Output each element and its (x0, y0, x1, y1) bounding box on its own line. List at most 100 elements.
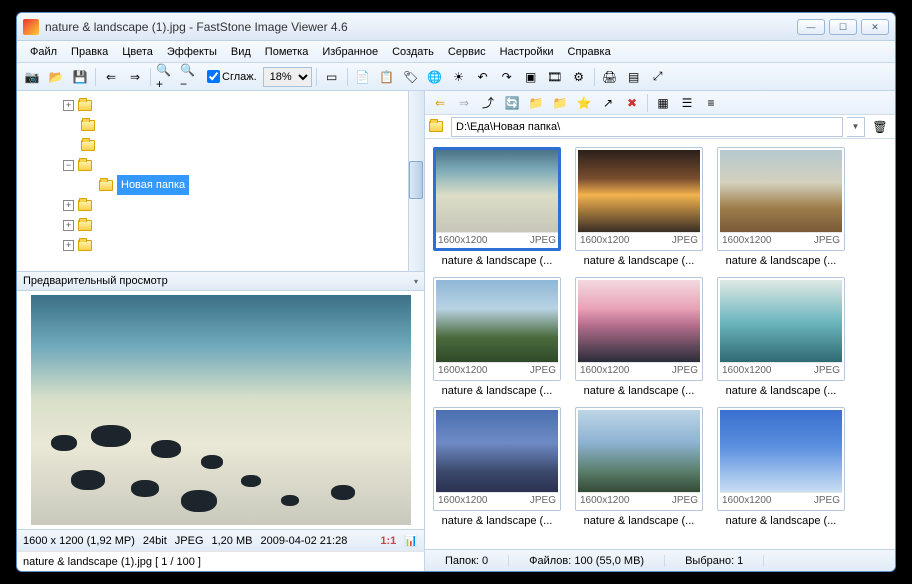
info-date: 2009-04-02 21:28 (260, 535, 347, 547)
path-input[interactable] (451, 117, 843, 137)
thumbnail-frame[interactable]: 1600x1200JPEG (575, 407, 703, 511)
path-dropdown-icon[interactable]: ▼ (847, 117, 865, 137)
menu-item[interactable]: Правка (64, 44, 115, 60)
tree-expander[interactable]: + (63, 200, 74, 211)
settings-icon[interactable]: ⚙ (568, 66, 590, 88)
thumbnail-item[interactable]: 1600x1200JPEGnature & landscape (... (433, 407, 561, 527)
view-thumbs-icon[interactable]: ▦ (652, 92, 674, 114)
undo-icon[interactable]: ↶ (472, 66, 494, 88)
tree-scrollbar[interactable] (408, 91, 424, 271)
thumb-type: JPEG (530, 365, 556, 376)
menu-item[interactable]: Справка (561, 44, 618, 60)
zoom-in-icon[interactable]: 🔍+ (155, 66, 177, 88)
thumbnail-item[interactable]: 1600x1200JPEGnature & landscape (... (717, 147, 845, 267)
thumb-type: JPEG (814, 365, 840, 376)
open-icon[interactable]: 📂 (45, 66, 67, 88)
status-folders: Папок: 0 (425, 555, 509, 567)
prev-image-icon[interactable]: ⇐ (100, 66, 122, 88)
nav-forward-icon[interactable]: ⇒ (453, 92, 475, 114)
thumbnail-frame[interactable]: 1600x1200JPEG (575, 277, 703, 381)
preview-collapse-icon[interactable]: ▾ (414, 277, 418, 286)
menu-item[interactable]: Эффекты (160, 44, 224, 60)
nav-back-icon[interactable]: ⇐ (429, 92, 451, 114)
crop-icon[interactable]: ▣ (520, 66, 542, 88)
thumbnail-item[interactable]: 1600x1200JPEGnature & landscape (... (717, 407, 845, 527)
thumbnail-meta: 1600x1200JPEG (720, 362, 842, 378)
nav-favorite-icon[interactable]: ⭐ (573, 92, 595, 114)
left-pane: + − Новая папка + + + Предварительный пр… (17, 91, 425, 571)
trash-icon[interactable]: 🗑 (869, 116, 891, 138)
tree-scroll-thumb[interactable] (409, 161, 423, 199)
clipboard-icon[interactable]: 📋 (376, 66, 398, 88)
acquire-icon[interactable]: 📷 (21, 66, 43, 88)
title-bar[interactable]: nature & landscape (1).jpg - FastStone I… (17, 13, 895, 41)
thumbnail-area[interactable]: 1600x1200JPEGnature & landscape (...1600… (425, 139, 895, 549)
thumbnail-frame[interactable]: 1600x1200JPEG (575, 147, 703, 251)
thumbnail-item[interactable]: 1600x1200JPEGnature & landscape (... (575, 407, 703, 527)
thumbnail-frame[interactable]: 1600x1200JPEG (717, 277, 845, 381)
nav-refresh-icon[interactable]: 🔄 (501, 92, 523, 114)
thumbnail-image (720, 150, 842, 232)
thumbnail-frame[interactable]: 1600x1200JPEG (433, 147, 561, 251)
menu-item[interactable]: Пометка (258, 44, 316, 60)
menu-item[interactable]: Вид (224, 44, 258, 60)
thumbnail-frame[interactable]: 1600x1200JPEG (717, 147, 845, 251)
thumbnail-frame[interactable]: 1600x1200JPEG (433, 277, 561, 381)
globe-icon[interactable]: 🌐 (424, 66, 446, 88)
tree-item-selected[interactable]: Новая папка (117, 175, 189, 195)
thumbnail-item[interactable]: 1600x1200JPEGnature & landscape (... (433, 277, 561, 397)
menu-item[interactable]: Избранное (315, 44, 385, 60)
zoom-out-icon[interactable]: 🔍− (179, 66, 201, 88)
file-status-text: nature & landscape (1).jpg [ 1 / 100 ] (23, 556, 201, 568)
maximize-button[interactable]: ☐ (829, 19, 857, 35)
thumbnail-frame[interactable]: 1600x1200JPEG (433, 407, 561, 511)
menu-item[interactable]: Цвета (115, 44, 160, 60)
smoothing-checkbox[interactable] (207, 70, 220, 83)
menu-item[interactable]: Сервис (441, 44, 493, 60)
zoom-select[interactable]: 18% (263, 67, 312, 87)
thumb-resolution: 1600x1200 (580, 235, 630, 246)
nav-folder2-icon[interactable]: 📁 (549, 92, 571, 114)
thumbnail-item[interactable]: 1600x1200JPEGnature & landscape (... (575, 277, 703, 397)
print-icon[interactable]: 🖨 (599, 66, 621, 88)
next-image-icon[interactable]: ⇒ (124, 66, 146, 88)
menu-item[interactable]: Создать (385, 44, 441, 60)
nav-export-icon[interactable]: ↗ (597, 92, 619, 114)
panel-toggle-icon[interactable]: ▤ (623, 66, 645, 88)
tree-expander[interactable]: + (63, 100, 74, 111)
view-details-icon[interactable]: ≡ (700, 92, 722, 114)
menu-item[interactable]: Настройки (493, 44, 561, 60)
fullscreen-icon[interactable]: ⤢ (647, 66, 669, 88)
folder-tree[interactable]: + − Новая папка + + + (17, 91, 424, 271)
color-icon[interactable]: ☀ (448, 66, 470, 88)
thumbnail-meta: 1600x1200JPEG (720, 492, 842, 508)
copy-icon[interactable]: 📄 (352, 66, 374, 88)
app-icon (23, 19, 39, 35)
histogram-icon[interactable]: 📊 (404, 534, 418, 547)
thumbnail-item[interactable]: 1600x1200JPEGnature & landscape (... (575, 147, 703, 267)
preview-panel[interactable] (17, 291, 424, 529)
ratio-icon[interactable]: 1:1 (380, 535, 396, 547)
thumbnail-item[interactable]: 1600x1200JPEGnature & landscape (... (717, 277, 845, 397)
minimize-button[interactable]: — (797, 19, 825, 35)
tree-expander[interactable]: − (63, 160, 74, 171)
main-toolbar: 📷 📂 💾 ⇐ ⇒ 🔍+ 🔍− Сглаж. 18% ▭ 📄 📋 🏷 🌐 ☀ ↶… (17, 63, 895, 91)
folder-icon (78, 100, 92, 111)
smoothing-control[interactable]: Сглаж. (207, 70, 257, 83)
save-icon[interactable]: 💾 (69, 66, 91, 88)
thumbnail-frame[interactable]: 1600x1200JPEG (717, 407, 845, 511)
tree-expander[interactable]: + (63, 240, 74, 251)
close-button[interactable]: ✕ (861, 19, 889, 35)
selection-icon[interactable]: ▭ (321, 66, 343, 88)
nav-folder1-icon[interactable]: 📁 (525, 92, 547, 114)
film-icon[interactable]: 🎞 (544, 66, 566, 88)
nav-delete-icon[interactable]: ✖ (621, 92, 643, 114)
view-list-icon[interactable]: ☰ (676, 92, 698, 114)
tag-icon[interactable]: 🏷 (400, 66, 422, 88)
redo-icon[interactable]: ↷ (496, 66, 518, 88)
nav-up-icon[interactable]: ⤴ (477, 92, 499, 114)
thumbnail-item[interactable]: 1600x1200JPEGnature & landscape (... (433, 147, 561, 267)
tree-expander[interactable]: + (63, 220, 74, 231)
thumbnail-meta: 1600x1200JPEG (436, 232, 558, 248)
menu-item[interactable]: Файл (23, 44, 64, 60)
